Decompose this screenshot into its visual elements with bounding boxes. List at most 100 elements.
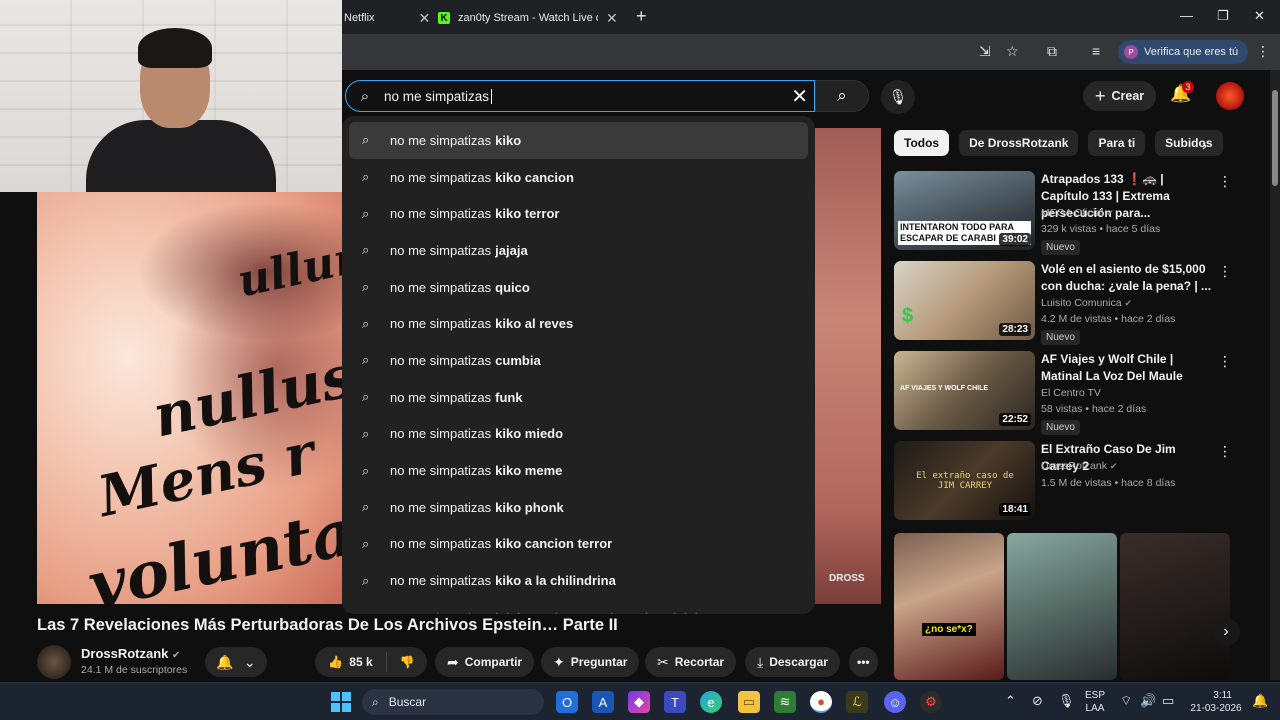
maximize-icon[interactable]: ❐ <box>1217 8 1229 24</box>
account-avatar[interactable] <box>1216 82 1244 110</box>
clock[interactable]: 3:11 21-03-2026 <box>1186 689 1246 715</box>
page-scrollbar[interactable] <box>1270 70 1280 680</box>
chip-subidos[interactable]: Subidos <box>1155 130 1223 156</box>
close-icon[interactable]: ✕ <box>419 10 431 27</box>
edge-icon[interactable]: e <box>700 691 722 713</box>
channel-avatar[interactable] <box>37 645 71 679</box>
more-options-icon[interactable]: ⋮ <box>1218 353 1232 370</box>
recommended-video[interactable]: El extraño caso de JIM CARREY 18:41 El E… <box>894 441 1234 521</box>
outlook-icon[interactable]: O <box>556 691 578 713</box>
channel-name-main[interactable]: DrossRotzank ✔ <box>81 646 180 661</box>
search-suggestion[interactable]: ⌕ no me simpatizas kiko a la chilindrina <box>342 562 815 599</box>
notification-center-icon[interactable]: 🔔 <box>1252 693 1268 709</box>
taskbar-search[interactable]: ⌕ Buscar <box>362 689 544 715</box>
subscription-notifications-button[interactable]: 🔔 ⌄ <box>205 647 267 677</box>
volume-icon[interactable]: 🔊 <box>1140 693 1156 709</box>
chevron-right-icon[interactable]: › <box>1202 137 1207 154</box>
profile-button[interactable]: P Verifica que eres tú <box>1118 40 1249 64</box>
recommended-video[interactable]: INTENTARON TODO PARA ESCAPAR DE CARABI 3… <box>894 171 1234 255</box>
search-suggestion[interactable]: ⌕ no me simpatizas kiko al reves <box>342 305 815 342</box>
chevron-up-icon[interactable]: ⌃ <box>1005 693 1016 709</box>
more-actions-button[interactable]: ••• <box>849 647 878 677</box>
search-input[interactable]: ⌕ no me simpatizas ✕ <box>345 80 815 112</box>
language-indicator[interactable]: ESP LAA <box>1085 689 1105 715</box>
copilot-icon[interactable]: ◆ <box>628 691 650 713</box>
scrollbar-thumb[interactable] <box>1272 90 1278 186</box>
chevron-right-icon[interactable]: › <box>1212 618 1240 646</box>
search-suggestion[interactable]: ⌕ no me simpatizas quico <box>342 269 815 306</box>
search-suggestion[interactable]: ⌕ no me simpatizas kiko meme <box>342 452 815 489</box>
install-app-icon[interactable]: ⇲ <box>979 43 991 60</box>
channel-name[interactable]: El Centro TV <box>1041 387 1101 399</box>
media-control-icon[interactable]: ≡ <box>1092 43 1100 59</box>
window-close-icon[interactable]: ✕ <box>1254 8 1265 24</box>
text-caret <box>491 88 493 104</box>
ask-button[interactable]: ✦ Preguntar <box>541 647 640 677</box>
short-video[interactable] <box>1120 533 1230 680</box>
chip-todos[interactable]: Todos <box>894 130 950 156</box>
notifications-button[interactable]: 🔔 3 <box>1170 81 1194 104</box>
video-player-frame[interactable]: ullum nullus Mens r volunta <box>37 192 342 604</box>
more-options-icon[interactable]: ⋮ <box>1218 443 1232 460</box>
more-options-icon[interactable]: ⋮ <box>1218 173 1232 190</box>
tray-icon[interactable]: ⊘ <box>1032 693 1043 709</box>
download-button[interactable]: ⤓ Descargar <box>745 647 840 677</box>
clear-search-icon[interactable]: ✕ <box>791 84 808 109</box>
share-button[interactable]: ➦ Compartir <box>435 647 535 677</box>
recommended-video[interactable]: $ 28:23 Volé en el asiento de $15,000 co… <box>894 261 1234 345</box>
windows-start-icon[interactable] <box>331 692 351 712</box>
browser-menu-icon[interactable]: ⋮ <box>1256 43 1270 60</box>
file-explorer-icon[interactable]: ▭ <box>738 691 760 713</box>
channel-name[interactable]: DrossRotzank ✔ <box>1041 460 1117 472</box>
video-title[interactable]: AF Viajes y Wolf Chile | Matinal La Voz … <box>1041 351 1213 385</box>
recommended-video[interactable]: AF VIAJES Y WOLF CHILE 22:52 AF Viajes y… <box>894 351 1234 435</box>
video-title[interactable]: Volé en el asiento de $15,000 con ducha:… <box>1041 261 1213 295</box>
search-suggestion[interactable]: ⌕ no me simpatizas kiko phonk <box>342 489 815 526</box>
bookmark-star-icon[interactable]: ☆ <box>1006 43 1019 60</box>
more-options-icon[interactable]: ⋮ <box>1218 263 1232 280</box>
search-button[interactable]: ⌕ <box>815 80 869 112</box>
app-icon[interactable]: ≋ <box>774 691 796 713</box>
short-video[interactable]: ¿no se*x? <box>894 533 1004 680</box>
channel-name[interactable]: Luisito Comunica ✔ <box>1041 297 1132 309</box>
search-suggestion[interactable]: ⌕no me simpatizas jajaja a mí no me simpa… <box>342 599 815 614</box>
like-button[interactable]: 👍 85 k <box>315 652 387 672</box>
extensions-icon[interactable]: ⧉ <box>1047 43 1057 60</box>
tab-kick-stream[interactable]: K zan0ty Stream - Watch Live on ✕ <box>438 4 618 32</box>
battery-icon[interactable]: ▭ <box>1162 693 1174 709</box>
video-player-right-edge[interactable]: DROSS <box>815 128 881 604</box>
search-suggestion[interactable]: ⌕ no me simpatizas cumbia <box>342 342 815 379</box>
app-icon[interactable]: ℒ <box>846 691 868 713</box>
microphone-icon[interactable]: 🎙 <box>1058 693 1075 709</box>
tab-netflix[interactable]: Netflix ✕ <box>344 4 430 32</box>
search-suggestion[interactable]: ⌕ no me simpatizas kiko miedo <box>342 416 815 453</box>
search-suggestion[interactable]: ⌕ no me simpatizas jajaja <box>342 232 815 269</box>
chip-de-drossrotzank[interactable]: De DrossRotzank <box>959 130 1079 156</box>
wifi-icon[interactable]: ⌔ <box>1120 693 1132 709</box>
create-button[interactable]: + Crear <box>1083 81 1157 111</box>
video-thumbnail[interactable]: El extraño caso de JIM CARREY 18:41 <box>894 441 1035 520</box>
discord-icon[interactable]: ☺ <box>884 691 906 713</box>
search-suggestion[interactable]: ⌕ no me simpatizas funk <box>342 379 815 416</box>
chrome-icon[interactable]: ● <box>810 691 832 713</box>
dislike-button[interactable]: 👎 <box>387 655 427 669</box>
minimize-icon[interactable]: — <box>1180 8 1193 23</box>
chip-para-ti[interactable]: Para ti <box>1088 130 1146 156</box>
video-thumbnail[interactable]: AF VIAJES Y WOLF CHILE 22:52 <box>894 351 1035 430</box>
search-suggestion[interactable]: ⌕ no me simpatizas kiko cancion <box>342 159 815 196</box>
app-icon[interactable]: ⚙ <box>920 691 942 713</box>
clip-button[interactable]: ✂ Recortar <box>645 647 737 677</box>
video-thumbnail[interactable]: $ 28:23 <box>894 261 1035 340</box>
short-video[interactable] <box>1007 533 1117 680</box>
close-icon[interactable]: ✕ <box>606 10 618 27</box>
vscode-icon[interactable]: A <box>592 691 614 713</box>
voice-search-button[interactable]: 🎙 <box>881 80 915 114</box>
search-suggestion[interactable]: ⌕ no me simpatizas kiko cancion terror <box>342 526 815 563</box>
search-suggestion[interactable]: ⌕ no me simpatizas kiko terror <box>342 195 815 232</box>
channel-name[interactable]: MEGA Oficial ✔ <box>1041 207 1114 219</box>
search-suggestion[interactable]: ⌕ no me simpatizas kiko <box>349 122 808 159</box>
new-tab-icon[interactable]: + <box>636 6 647 27</box>
video-thumbnail[interactable]: INTENTARON TODO PARA ESCAPAR DE CARABI 3… <box>894 171 1035 250</box>
suggestion-base-text: no me simpatizas <box>390 169 492 185</box>
teams-icon[interactable]: T <box>664 691 686 713</box>
